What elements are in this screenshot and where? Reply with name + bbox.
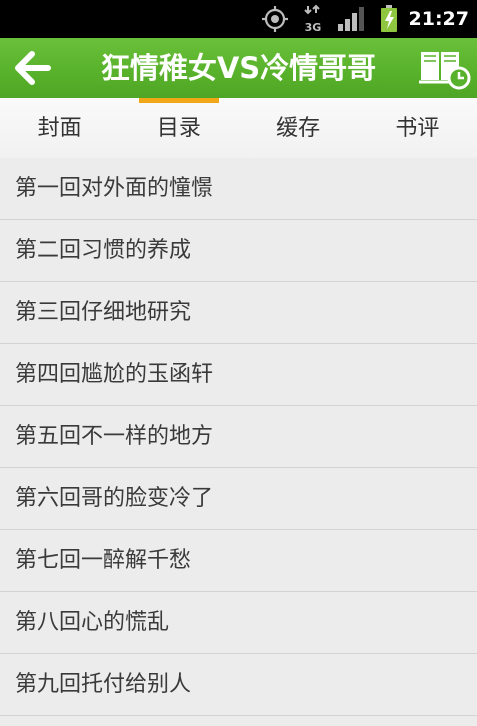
network-3g-icon: 3G: [304, 4, 322, 34]
chapter-item[interactable]: 第一回对外面的憧憬: [0, 158, 477, 220]
app-screen: 3G 21:27 狂情稚女VS冷情哥哥 封面 目录 缓存 书评 第一回对外面的憧…: [0, 0, 477, 726]
chapter-item[interactable]: 第七回一醉解千愁: [0, 530, 477, 592]
tab-cache[interactable]: 缓存: [239, 98, 358, 158]
tab-reviews[interactable]: 书评: [358, 98, 477, 158]
chapter-item[interactable]: 第六回哥的脸变冷了: [0, 468, 477, 530]
bookshelf-history-icon: [419, 52, 471, 90]
chapter-item[interactable]: 第三回仔细地研究: [0, 282, 477, 344]
back-arrow-icon: [15, 51, 51, 85]
page-title: 狂情稚女VS冷情哥哥: [100, 51, 377, 85]
chapter-list: 第一回对外面的憧憬 第二回习惯的养成 第三回仔细地研究 第四回尴尬的玉函轩 第五…: [0, 158, 477, 726]
tab-cover[interactable]: 封面: [0, 98, 119, 158]
tab-bar: 封面 目录 缓存 书评: [0, 98, 477, 159]
signal-icon: [338, 7, 364, 31]
app-header: 狂情稚女VS冷情哥哥: [0, 38, 477, 98]
back-button[interactable]: [0, 38, 66, 98]
chapter-item[interactable]: 第八回心的慌乱: [0, 592, 477, 654]
chapter-item[interactable]: 第二回习惯的养成: [0, 220, 477, 282]
status-bar: 3G 21:27: [0, 0, 477, 38]
status-time: 21:27: [408, 8, 469, 30]
chapter-item[interactable]: 第九回托付给别人: [0, 654, 477, 716]
network-3g-label: 3G: [305, 21, 322, 34]
tab-contents[interactable]: 目录: [119, 98, 238, 158]
gps-icon: [262, 6, 288, 32]
chapter-item[interactable]: 第五回不一样的地方: [0, 406, 477, 468]
bookshelf-button[interactable]: [411, 38, 477, 98]
chapter-item[interactable]: 第四回尴尬的玉函轩: [0, 344, 477, 406]
battery-charging-icon: [381, 5, 397, 32]
